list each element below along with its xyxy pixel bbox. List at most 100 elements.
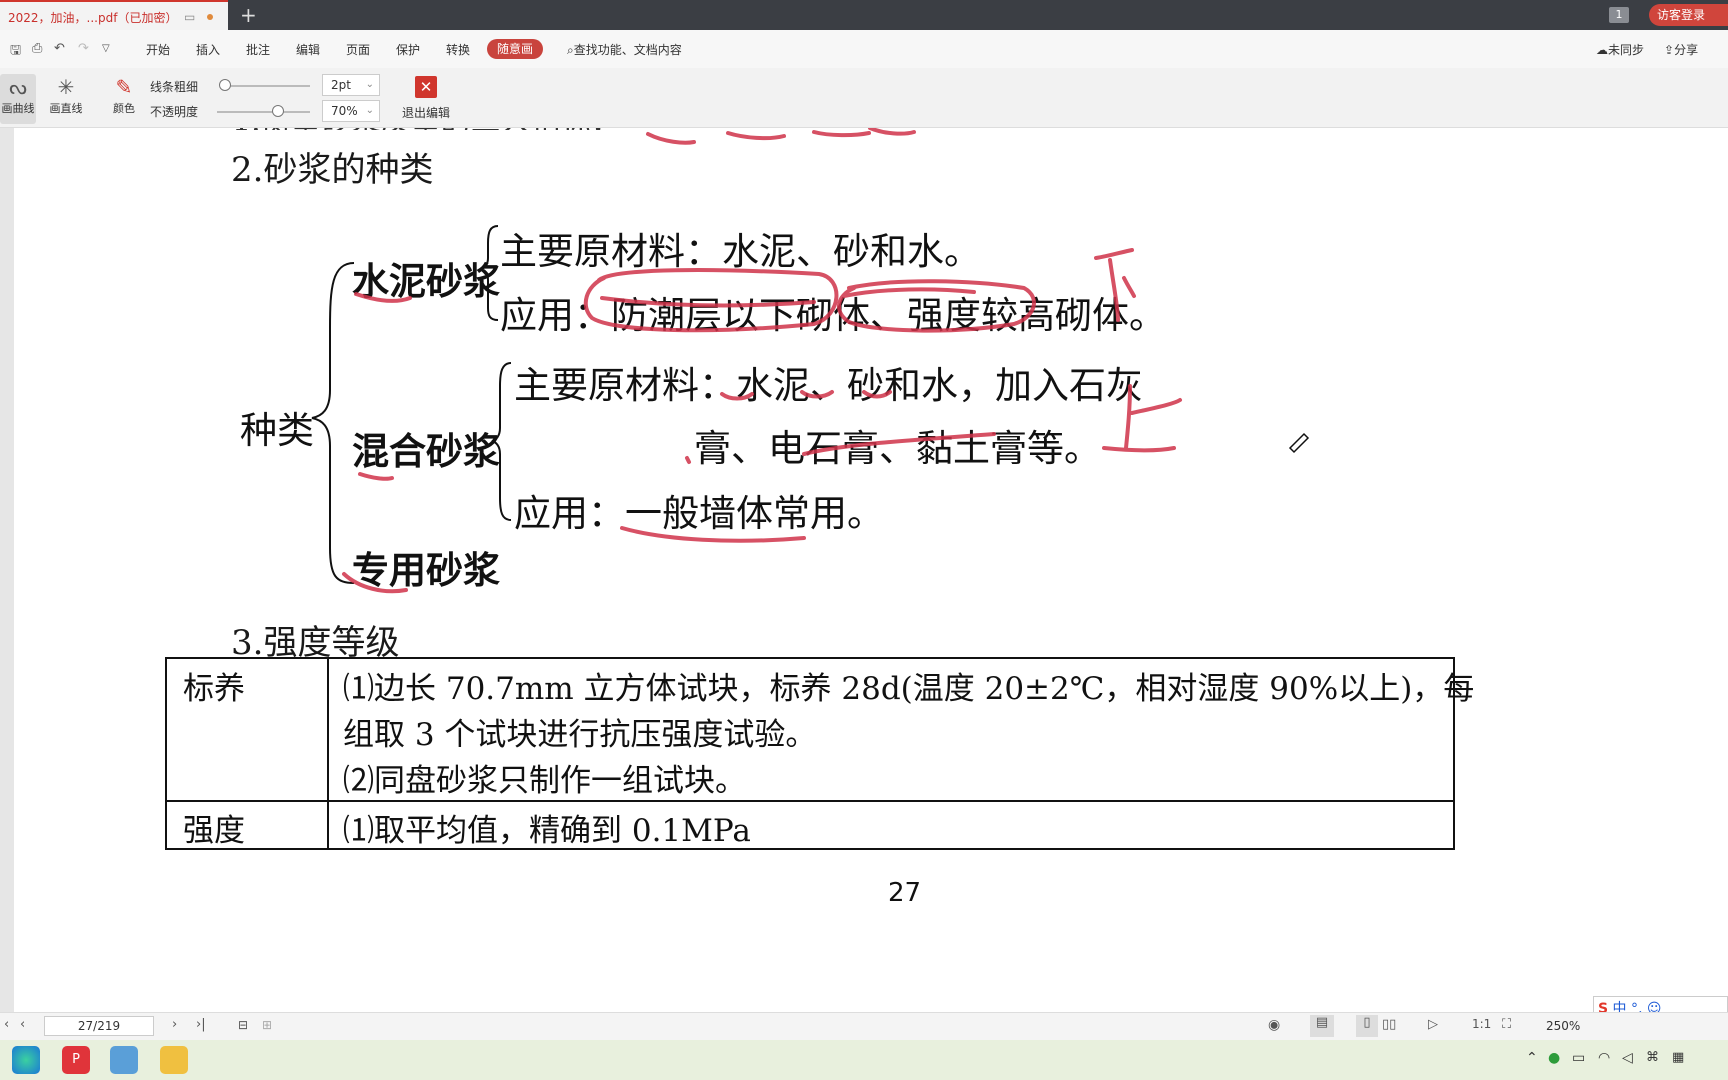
table-col-divider: [327, 659, 329, 848]
opacity-select[interactable]: 70% ⌄: [322, 100, 380, 122]
volume-icon[interactable]: ◁: [1622, 1050, 1633, 1066]
next-page-icon[interactable]: ›: [172, 1017, 177, 1032]
cloud-icon: ☁: [1596, 43, 1608, 57]
strength-grade-table: 标养 ⑴边长 70.7mm 立方体试块，标养 28d(温度 20±2℃，相对湿度…: [165, 657, 1474, 850]
fit-page-icon[interactable]: ⊟: [238, 1018, 248, 1032]
redo-icon[interactable]: ↷: [78, 41, 89, 56]
page-number: 27: [888, 878, 922, 908]
ink-strike-use-2: [842, 287, 976, 298]
battery-icon[interactable]: ▭: [1572, 1050, 1585, 1066]
page-input[interactable]: 27/219: [44, 1016, 154, 1036]
save-icon[interactable]: 🖫: [10, 41, 21, 63]
play-icon[interactable]: ▷: [1428, 1017, 1438, 1032]
chevron-down-icon: ⌄: [365, 105, 374, 116]
thickness-slider[interactable]: [220, 85, 310, 87]
wifi-icon[interactable]: ◠: [1598, 1050, 1610, 1066]
ink-underline-mixed-label: [358, 472, 394, 481]
table-cell-1-line-1: ⑴边长 70.7mm 立方体试块，标养 28d(温度 20±2℃，相对湿度 90…: [343, 671, 1475, 707]
tray-chevron-up-icon[interactable]: ⌃: [1526, 1050, 1538, 1066]
undo-icon[interactable]: ↶: [54, 41, 65, 56]
table-cell-1-line-2: 组取 3 个试块进行抗压强度试验。: [343, 717, 817, 753]
menu-bar: 🖫 ⎙ ↶ ↷ ▽ 开始 插入 批注 编辑 页面 保护 转换 随意画 ⌕查找功能…: [0, 30, 1728, 68]
main-brace: [311, 262, 355, 584]
table-row-head-1: 标养: [183, 671, 245, 707]
keyboard-icon[interactable]: ▦: [1672, 1050, 1684, 1065]
sync-status[interactable]: ☁未同步: [1596, 41, 1644, 58]
eye-care-icon[interactable]: ◉: [1268, 1017, 1280, 1033]
ink-strike-use-1: [600, 296, 816, 308]
pdf-app-icon[interactable]: P: [62, 1046, 90, 1074]
ink-underline-mixed-c: [862, 390, 892, 399]
prev-page-icon[interactable]: ‹: [20, 1017, 25, 1032]
unsaved-dot-icon: [207, 14, 213, 20]
table-row-head-2: 强度: [183, 813, 245, 849]
draw-line-button[interactable]: ✳ 画直线: [46, 74, 86, 124]
ink-dot: [685, 456, 691, 464]
menu-insert[interactable]: 插入: [196, 41, 220, 58]
taskbar: P ⌃ ● ▭ ◠ ◁ ⌘ ▦: [0, 1040, 1728, 1080]
first-page-icon[interactable]: ‹: [4, 1017, 9, 1032]
document-tab[interactable]: 2022，加油，...pdf（已加密） ▭: [0, 0, 228, 30]
color-button[interactable]: ✎ 颜色: [104, 74, 144, 124]
menu-page[interactable]: 页面: [346, 41, 370, 58]
pdf-page: 1.衡量砂浆质量的三大指标： 2.砂浆的种类 种类 水泥砂浆 混合砂浆 专用砂浆…: [14, 128, 1728, 1012]
left-margin: [0, 128, 14, 1012]
menu-convert[interactable]: 转换: [446, 41, 470, 58]
menu-protect[interactable]: 保护: [396, 41, 420, 58]
fit-window-icon[interactable]: ⛶: [1502, 1017, 1511, 1032]
monitor-icon[interactable]: ▭: [184, 10, 195, 24]
sparkle-icon: ✳: [57, 75, 75, 99]
single-page-icon[interactable]: ▤: [1310, 1015, 1334, 1037]
pen-icon: ✎: [115, 75, 133, 99]
ink-underline-mixed-use: [620, 526, 806, 543]
ink-strike-mixed: [802, 432, 996, 456]
edge-icon[interactable]: [12, 1046, 40, 1074]
curve-icon: ᔓ: [9, 75, 27, 99]
close-icon: ✕: [415, 76, 437, 98]
share-button[interactable]: ⇪分享: [1664, 41, 1698, 58]
ink-underline-1a: [646, 132, 696, 145]
menu-annotate[interactable]: 批注: [246, 41, 270, 58]
dual-page-icon[interactable]: ▯▯: [1382, 1017, 1396, 1032]
menu-edit[interactable]: 编辑: [296, 41, 320, 58]
input-method-icon[interactable]: ⌘: [1646, 1050, 1659, 1065]
ink-underline-mixed-a: [720, 392, 754, 401]
search-icon: ⌕: [567, 43, 574, 57]
mixed-brace: [491, 362, 512, 521]
ink-underline-1b: [726, 131, 786, 141]
menu-freehand[interactable]: 随意画: [487, 39, 543, 59]
tray-app-icon[interactable]: ●: [1548, 1050, 1560, 1066]
guest-login-button[interactable]: 访客登录: [1649, 4, 1728, 26]
fit-width-icon[interactable]: ⊞: [262, 1018, 272, 1032]
pen-cursor-icon: [1288, 432, 1310, 454]
image-app-icon[interactable]: [110, 1046, 138, 1074]
zoom-level[interactable]: 250%: [1546, 1019, 1580, 1033]
ink-char-shang-1: [1124, 384, 1132, 450]
last-page-icon[interactable]: ›|: [196, 1017, 206, 1032]
opacity-label: 不透明度: [150, 105, 199, 119]
more-dropdown-icon[interactable]: ▽: [102, 43, 110, 54]
thickness-knob[interactable]: [219, 79, 231, 91]
draw-curve-button[interactable]: ᔓ 画曲线: [0, 74, 36, 124]
print-icon[interactable]: ⎙: [32, 41, 42, 56]
title-bar: 2022，加油，...pdf（已加密） ▭ + 1 访客登录: [0, 0, 1728, 30]
folder-icon[interactable]: [160, 1046, 188, 1074]
feature-search[interactable]: ⌕查找功能、文档内容: [567, 41, 682, 58]
actual-size-icon[interactable]: 1:1: [1472, 1017, 1491, 1031]
window-count-badge[interactable]: 1: [1609, 7, 1629, 23]
opacity-knob[interactable]: [272, 105, 284, 117]
exit-edit-button[interactable]: ✕ 退出编辑: [396, 76, 456, 124]
thickness-select[interactable]: 2pt ⌄: [322, 74, 380, 96]
tab-title: 2022，加油，...pdf（已加密）: [8, 11, 178, 25]
ink-underline-1d: [868, 128, 916, 136]
menu-start[interactable]: 开始: [146, 41, 170, 58]
new-tab-icon[interactable]: +: [240, 3, 257, 27]
brace-and-ink-layer: [311, 128, 1310, 594]
share-icon: ⇪: [1664, 43, 1675, 57]
table-cell-1-line-3: ⑵同盘砂浆只制作一组试块。: [343, 763, 746, 799]
ink-char-shang-3: [1102, 446, 1176, 453]
ink-underline-1c: [812, 130, 871, 138]
ink-char-xia-1: [1094, 248, 1134, 260]
continuous-icon[interactable]: ▯: [1356, 1015, 1378, 1037]
opacity-slider[interactable]: [217, 111, 310, 113]
